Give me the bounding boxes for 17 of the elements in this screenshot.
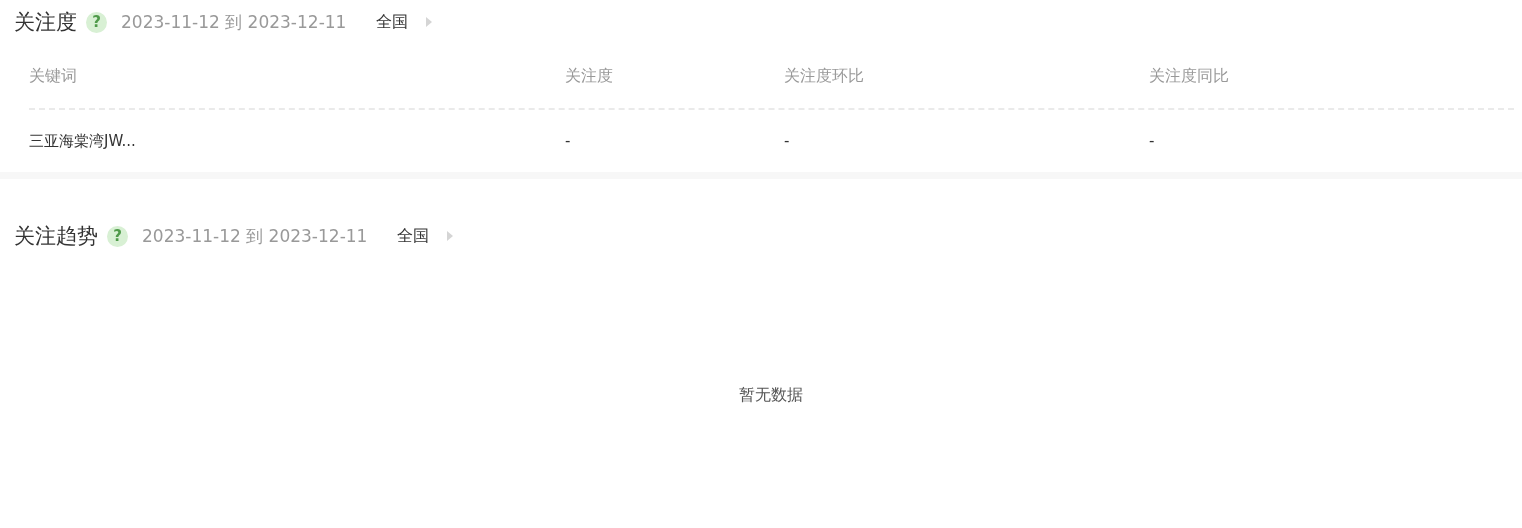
caret-icon[interactable] <box>447 231 454 241</box>
table-cell-text: - <box>1149 132 1156 150</box>
date-range: 2023-11-12 到 2023-12-11 <box>121 10 347 34</box>
table-cell-text: - <box>784 132 791 150</box>
column-header: 关键词 <box>29 65 78 87</box>
table-cell-text: - <box>565 132 572 150</box>
region-selector[interactable]: 全国 <box>376 11 409 33</box>
table-cell-text: 三亚海棠湾JW... <box>29 131 137 151</box>
section-title: 关注趋势 <box>14 223 98 250</box>
column-header: 关注度同比 <box>1149 65 1230 87</box>
empty-message: 暂无数据 <box>739 385 803 406</box>
region-selector[interactable]: 全国 <box>397 225 430 247</box>
section-title: 关注度 <box>14 9 77 36</box>
column-header: 关注度 <box>565 65 614 87</box>
date-range: 2023-11-12 到 2023-12-11 <box>142 224 368 248</box>
caret-icon[interactable] <box>426 17 433 27</box>
column-header: 关注度环比 <box>784 65 865 87</box>
